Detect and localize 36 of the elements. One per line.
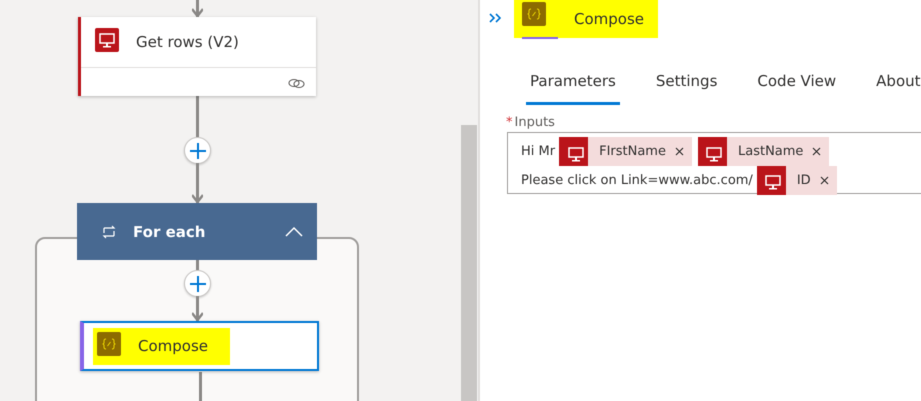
- card-title: Compose: [138, 337, 208, 355]
- tab[interactable]: Code View: [753, 60, 840, 105]
- token-chip[interactable]: ID: [756, 166, 837, 194]
- loop-icon: [101, 224, 117, 240]
- plus-icon: [190, 142, 206, 158]
- token-label: FIrstName: [599, 144, 666, 159]
- scrollbar-thumb[interactable]: [461, 125, 477, 401]
- tab[interactable]: Parameters: [526, 60, 620, 105]
- required-mark: *: [506, 115, 512, 130]
- plus-icon: [190, 276, 206, 292]
- token-chip[interactable]: FIrstName: [559, 137, 692, 166]
- token-label: LastName: [738, 144, 804, 159]
- action-card[interactable]: Compose: [80, 321, 319, 371]
- panel-title: Compose: [574, 10, 644, 28]
- add-step-button[interactable]: [184, 137, 211, 164]
- input-text: Hi Mr: [521, 144, 556, 159]
- loop-card[interactable]: For each: [77, 203, 317, 260]
- arrow-connector: [192, 163, 203, 203]
- input-text: Please click on Link=www.abc.com/: [521, 172, 753, 188]
- field-label: Inputs: [514, 115, 555, 130]
- collapse-panel-button[interactable]: [489, 13, 503, 25]
- tab[interactable]: About: [872, 60, 921, 105]
- card-title: Get rows (V2): [136, 33, 239, 51]
- remove-icon: [674, 147, 684, 156]
- arrow-connector: [192, 296, 203, 321]
- input-field[interactable]: Hi Mr FIrstName LastName Please click on Link=www.abc.com/ ID: [507, 132, 921, 194]
- remove-icon: [820, 176, 829, 184]
- tab[interactable]: Settings: [652, 60, 722, 105]
- action-card[interactable]: Get rows (V2): [78, 17, 316, 96]
- remove-icon: [812, 147, 822, 156]
- collapse-icon[interactable]: [285, 226, 303, 238]
- token-label: ID: [796, 172, 811, 188]
- braces-icon: [522, 2, 558, 39]
- token-chip[interactable]: LastName: [698, 137, 830, 166]
- loop-title: For each: [133, 222, 206, 240]
- double-chevron-icon: [489, 13, 501, 23]
